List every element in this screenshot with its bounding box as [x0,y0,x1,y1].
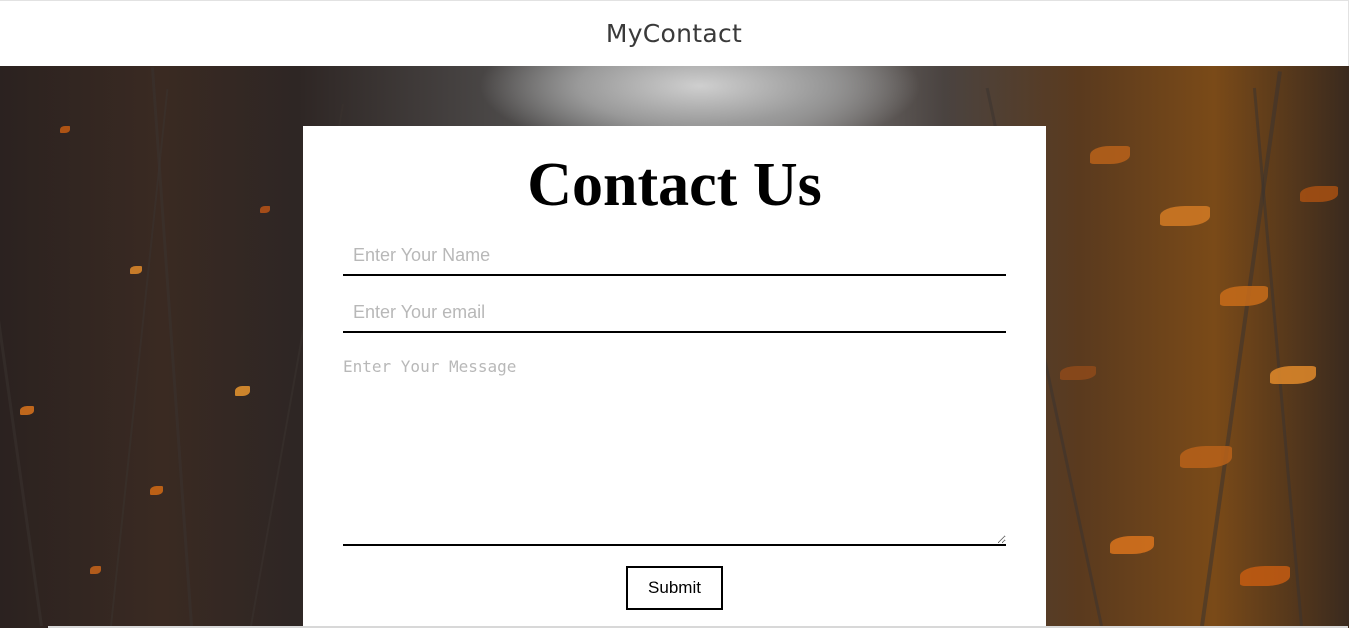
leaf-decoration [1240,566,1290,586]
leaf-decoration [1110,536,1154,554]
submit-button[interactable]: Submit [626,566,723,610]
email-input[interactable] [343,293,1006,333]
leaf-decoration [1270,366,1316,384]
leaf-decoration [60,126,70,133]
leaf-decoration [90,566,101,574]
brand-logo-text[interactable]: MyContact [606,19,742,48]
contact-title: Contact Us [527,151,822,219]
branch-decoration [1200,71,1282,627]
branch-decoration [1252,87,1303,627]
name-input[interactable] [343,236,1006,276]
leaf-decoration [1090,146,1130,164]
branch-decoration [0,110,43,627]
leaf-decoration [20,406,34,415]
leaf-decoration [1160,206,1210,226]
contact-form-card: Contact Us Submit [303,126,1046,628]
leaf-decoration [235,386,250,396]
leaf-decoration [130,266,142,274]
leaf-decoration [1300,186,1338,202]
message-textarea[interactable] [343,353,1006,546]
leaf-decoration [260,206,270,213]
leaf-decoration [1180,446,1232,468]
leaf-decoration [1060,366,1096,380]
navbar: MyContact [0,0,1349,66]
branch-decoration [150,67,193,627]
leaf-decoration [1220,286,1268,306]
leaf-decoration [150,486,163,495]
